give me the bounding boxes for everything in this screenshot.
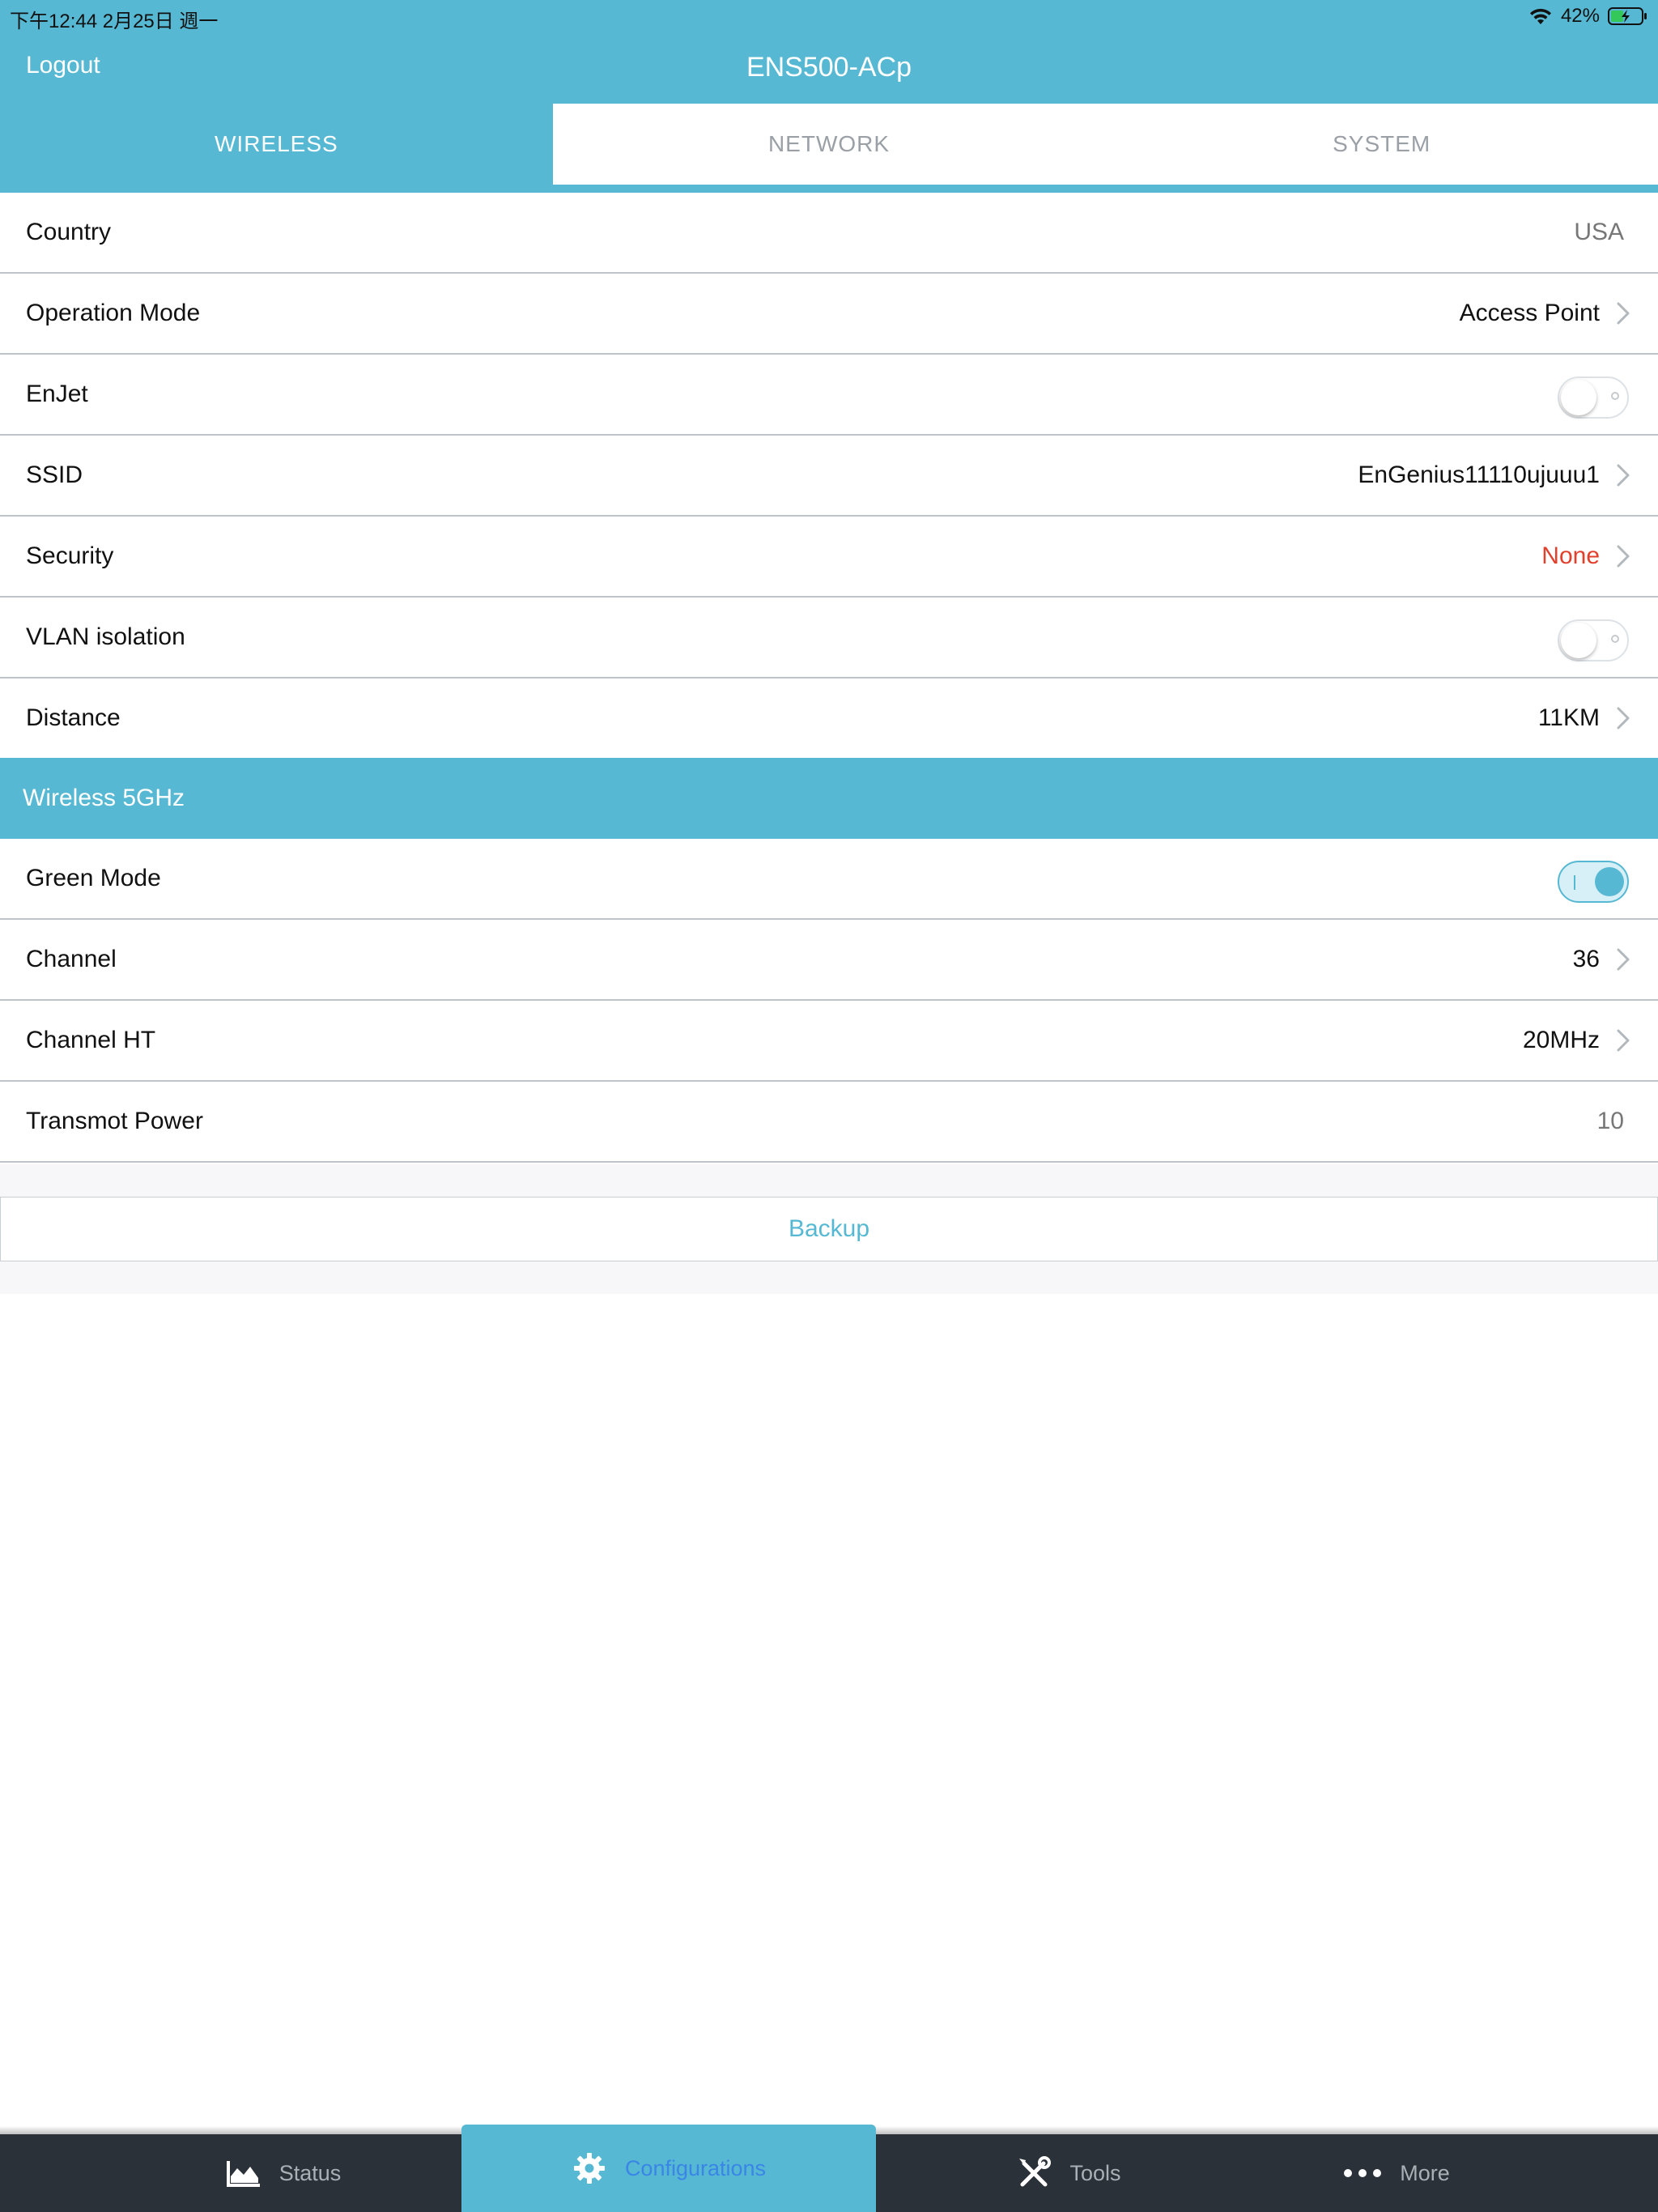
- toggle-off-indicator: [1611, 635, 1619, 643]
- channel-row[interactable]: Channel 36: [0, 920, 1658, 1001]
- transmit-power-value: 10: [1596, 1108, 1624, 1134]
- status-bar: 下午12:44 2月25日 週一 42%: [0, 0, 1658, 32]
- ssid-row[interactable]: SSID EnGenius11110ujuuu1: [0, 436, 1658, 517]
- channel-ht-label: Channel HT: [26, 1027, 156, 1053]
- tab-bar-status-label: Status: [278, 2160, 342, 2185]
- country-label: Country: [26, 219, 112, 245]
- operation-mode-row[interactable]: Operation Mode Access Point: [0, 274, 1658, 355]
- battery-percent: 42%: [1560, 5, 1600, 27]
- operation-mode-value: Access Point: [1459, 300, 1600, 326]
- toggle-knob: [1595, 867, 1624, 896]
- ssid-label: SSID: [26, 462, 83, 488]
- ssid-value: EnGenius11110ujuuu1: [1358, 462, 1600, 488]
- country-row: Country USA: [0, 193, 1658, 274]
- chevron-right-icon: [1617, 1029, 1630, 1052]
- country-value: USA: [1574, 219, 1624, 245]
- tab-bar-status[interactable]: Status: [194, 2134, 372, 2212]
- toggle-knob: [1561, 623, 1596, 658]
- tools-icon: [1019, 2156, 1052, 2187]
- distance-value: 11KM: [1537, 704, 1600, 731]
- distance-label: Distance: [26, 704, 121, 731]
- bottom-tab-bar: Status Configurations Tools More: [0, 2125, 1658, 2212]
- transmit-power-row: Transmot Power 10: [0, 1082, 1658, 1163]
- vlan-isolation-label: VLAN isolation: [26, 623, 185, 650]
- backup-area: Backup: [0, 1164, 1658, 1294]
- page-title: ENS500-ACp: [746, 52, 912, 83]
- tab-bar-configurations[interactable]: Configurations: [461, 2125, 876, 2212]
- wifi-icon: [1528, 7, 1553, 25]
- chevron-right-icon: [1617, 707, 1630, 730]
- green-mode-label: Green Mode: [26, 865, 161, 891]
- status-indicators: 42%: [1528, 5, 1648, 28]
- security-row[interactable]: Security None: [0, 517, 1658, 598]
- status-time-date: 下午12:44 2月25日 週一: [10, 11, 219, 32]
- chevron-right-icon: [1617, 948, 1630, 971]
- navigation-bar: Logout ENS500-ACp: [0, 32, 1658, 104]
- channel-label: Channel: [26, 946, 117, 972]
- tab-network[interactable]: NETWORK: [553, 104, 1106, 185]
- battery-charging-icon: [1608, 6, 1648, 26]
- more-dots-icon: [1344, 2169, 1382, 2177]
- settings-list: Country USA Operation Mode Access Point …: [0, 193, 1658, 1163]
- green-mode-toggle[interactable]: [1558, 861, 1629, 903]
- config-tabs: WIRELESS NETWORK SYSTEM: [0, 104, 1658, 193]
- channel-ht-row[interactable]: Channel HT 20MHz: [0, 1001, 1658, 1082]
- security-label: Security: [26, 542, 114, 569]
- green-mode-row: Green Mode: [0, 839, 1658, 920]
- vlan-isolation-row: VLAN isolation: [0, 598, 1658, 678]
- vlan-isolation-toggle[interactable]: [1558, 619, 1629, 661]
- gear-icon: [573, 2153, 605, 2184]
- transmit-power-label: Transmot Power: [26, 1108, 203, 1134]
- distance-row[interactable]: Distance 11KM: [0, 678, 1658, 758]
- toggle-knob: [1561, 380, 1596, 415]
- tab-bar-configurations-label: Configurations: [624, 2155, 767, 2180]
- operation-mode-label: Operation Mode: [26, 300, 201, 326]
- toggle-on-indicator: [1574, 875, 1575, 890]
- tab-bar-tools-label: Tools: [1069, 2160, 1121, 2185]
- area-chart-icon: [226, 2161, 260, 2187]
- security-value: None: [1541, 542, 1600, 569]
- enjet-toggle[interactable]: [1558, 376, 1629, 419]
- enjet-row: EnJet: [0, 355, 1658, 436]
- top-bar: 下午12:44 2月25日 週一 42% Logout ENS500-ACp: [0, 0, 1658, 104]
- chevron-right-icon: [1617, 464, 1630, 487]
- channel-value: 36: [1572, 946, 1600, 972]
- chevron-right-icon: [1617, 545, 1630, 568]
- tab-bar-more[interactable]: More: [1320, 2134, 1473, 2212]
- toggle-off-indicator: [1611, 392, 1619, 400]
- backup-button[interactable]: Backup: [0, 1197, 1658, 1261]
- tab-bar-tools[interactable]: Tools: [988, 2134, 1150, 2212]
- tab-bar-more-label: More: [1400, 2160, 1450, 2185]
- chevron-right-icon: [1617, 302, 1630, 325]
- channel-ht-value: 20MHz: [1522, 1027, 1600, 1053]
- tab-wireless[interactable]: WIRELESS: [0, 104, 553, 185]
- tab-system[interactable]: SYSTEM: [1105, 104, 1658, 185]
- logout-button[interactable]: Logout: [26, 52, 100, 79]
- wireless-5ghz-section-header: Wireless 5GHz: [0, 758, 1658, 839]
- enjet-label: EnJet: [26, 381, 88, 407]
